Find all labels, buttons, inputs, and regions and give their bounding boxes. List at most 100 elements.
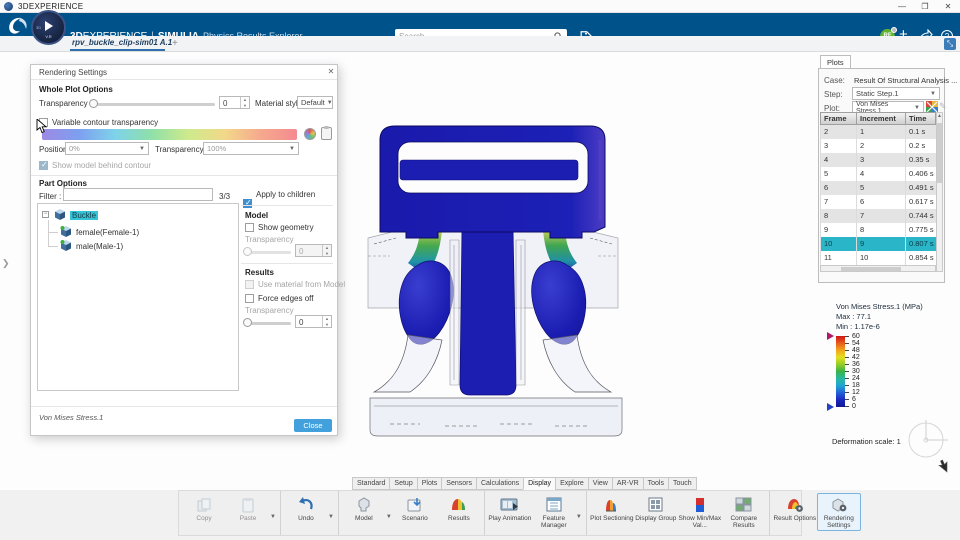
paste-button[interactable]: Paste [226, 493, 270, 522]
show-minmax-button[interactable]: Show Min/Max Val... [678, 493, 722, 530]
model-button[interactable]: Model [342, 493, 386, 522]
part-cube-icon [60, 226, 71, 237]
table-row[interactable]: 6 5 0.491 s [820, 181, 936, 195]
model-transparency-slider[interactable] [243, 247, 291, 256]
tab-view[interactable]: View [587, 477, 613, 490]
copy-button[interactable]: Copy [182, 493, 226, 522]
close-window-button[interactable]: ✕ [940, 0, 956, 13]
spinner-icon[interactable]: ▲ ▼ [322, 245, 331, 256]
transparency-label: Transparency [39, 99, 88, 108]
play-animation-icon [499, 495, 521, 514]
tree-item-male[interactable]: male(Male-1) [76, 242, 123, 251]
table-row[interactable]: 5 4 0.406 s [820, 167, 936, 181]
contour-transparency-gradient-bar[interactable] [42, 129, 297, 140]
scroll-up-icon[interactable]: ▲ [937, 113, 942, 120]
undo-dropdown-caret[interactable]: ▼ [328, 506, 335, 520]
tick-label: 30 [852, 368, 860, 375]
chevron-down-icon: ▼ [326, 99, 333, 106]
force-edges-off-checkbox[interactable] [245, 294, 254, 303]
paste-dropdown-caret[interactable]: ▼ [270, 506, 277, 520]
undo-button[interactable]: Undo [284, 493, 328, 522]
feature-manager-button[interactable]: Feature Manager [532, 493, 576, 530]
rendering-settings-button[interactable]: Rendering Settings [816, 493, 861, 531]
part-options-heading: Part Options [39, 179, 88, 188]
use-material-checkbox[interactable] [245, 280, 254, 289]
play-animation-button[interactable]: Play Animation [488, 493, 532, 522]
table-row[interactable]: 7 6 0.617 s [820, 195, 936, 209]
material-style-dropdown[interactable]: Default ▼ [297, 96, 333, 109]
dialog-close-icon[interactable]: ✕ [325, 67, 337, 76]
position-combo[interactable]: 0% ▼ [65, 142, 149, 155]
table-row-selected[interactable]: 10 9 0.807 s [820, 237, 936, 251]
tab-ar-vr[interactable]: AR-VR [611, 477, 644, 490]
document-tab[interactable]: rpv_buckle_clip-sim01 A.1 [72, 38, 172, 47]
result-options-button[interactable]: Result Options [773, 493, 817, 522]
color-spectrum-icon[interactable] [304, 128, 316, 140]
step-dropdown[interactable]: Static Step.1 ▼ [852, 87, 940, 100]
transparency-slider[interactable] [89, 99, 215, 108]
maximize-button[interactable]: ❐ [917, 0, 933, 13]
tab-standard[interactable]: Standard [352, 477, 391, 490]
transparency-value-input[interactable]: 0 ▲ ▼ [219, 96, 250, 109]
column-header[interactable]: Increment [856, 112, 905, 125]
dassault-compass-icon[interactable] [6, 15, 30, 35]
deformation-scale-label: Deformation scale: 1 [832, 437, 901, 446]
vertical-scrollbar[interactable]: ▲ [936, 112, 943, 272]
tree-collapse-icon[interactable]: − [42, 211, 49, 218]
max-marker-icon [827, 332, 834, 340]
tab-calculations[interactable]: Calculations [475, 477, 525, 490]
table-row[interactable]: 11 10 0.854 s [820, 251, 936, 265]
tree-item-buckle[interactable]: Buckle [70, 211, 99, 220]
tab-explore[interactable]: Explore [555, 477, 589, 490]
column-header[interactable]: Frame [820, 112, 856, 125]
secondary-cursor [938, 459, 948, 473]
restore-viewport-icon[interactable]: ⤡ [944, 38, 956, 50]
results-transparency-input[interactable]: 0 ▲ ▼ [295, 315, 332, 328]
display-group-button[interactable]: Display Group [634, 493, 678, 522]
table-row[interactable]: 9 8 0.775 s [820, 223, 936, 237]
tree-connector [48, 232, 58, 233]
model-dropdown-caret[interactable]: ▼ [386, 506, 393, 520]
contour-transparency-combo[interactable]: 100% ▼ [203, 142, 299, 155]
plot-sectioning-button[interactable]: Plot Sectioning [590, 493, 634, 522]
tab-plots[interactable]: Plots [416, 477, 443, 490]
new-tab-button[interactable]: + [172, 38, 178, 49]
left-panel-expander-icon[interactable]: ❯ [2, 258, 10, 269]
plots-panel-tab[interactable]: Plots [820, 55, 851, 68]
chevron-down-icon: ▼ [914, 104, 920, 111]
scenario-button[interactable]: Scenario [393, 493, 437, 522]
horizontal-scrollbar[interactable] [820, 265, 936, 272]
model-group: Model ▼ Scenario Results [339, 491, 485, 535]
tick-label: 36 [852, 361, 860, 368]
clipboard-icon[interactable] [321, 126, 332, 140]
apply-to-children-checkbox[interactable] [243, 198, 252, 208]
results-button[interactable]: Results [437, 493, 481, 522]
show-model-behind-checkbox[interactable] [39, 160, 48, 170]
model-transparency-input[interactable]: 0 ▲ ▼ [295, 244, 332, 257]
spinner-icon[interactable]: ▲ ▼ [240, 97, 249, 108]
tab-tools[interactable]: Tools [642, 477, 669, 490]
edit-plot-pencil-icon[interactable]: ✎ [939, 101, 947, 112]
tree-item-female[interactable]: female(Female-1) [76, 228, 139, 237]
close-dialog-button[interactable]: Close [294, 419, 332, 432]
table-row[interactable]: 8 7 0.744 s [820, 209, 936, 223]
compare-results-button[interactable]: Compare Results [722, 493, 766, 530]
table-row[interactable]: 2 1 0.1 s [820, 125, 936, 139]
tab-touch[interactable]: Touch [667, 477, 697, 490]
male-center-prong [459, 229, 517, 396]
feature-manager-dropdown-caret[interactable]: ▼ [576, 506, 583, 520]
table-row[interactable]: 3 2 0.2 s [820, 139, 936, 153]
model-viewport[interactable] [350, 80, 640, 450]
3dexperience-play-logo[interactable]: V.R 3D [31, 10, 66, 45]
table-row[interactable]: 4 3 0.35 s [820, 153, 936, 167]
column-header[interactable]: Time [905, 112, 936, 125]
show-geometry-checkbox[interactable] [245, 223, 254, 232]
dialog-title: Rendering Settings [39, 68, 108, 77]
filter-input[interactable] [63, 188, 213, 201]
tab-sensors[interactable]: Sensors [441, 477, 477, 490]
results-transparency-slider[interactable] [243, 318, 291, 327]
minimize-button[interactable]: — [894, 0, 910, 13]
tab-setup[interactable]: Setup [389, 477, 418, 490]
tab-display[interactable]: Display [523, 477, 557, 490]
spinner-icon[interactable]: ▲ ▼ [322, 316, 331, 327]
